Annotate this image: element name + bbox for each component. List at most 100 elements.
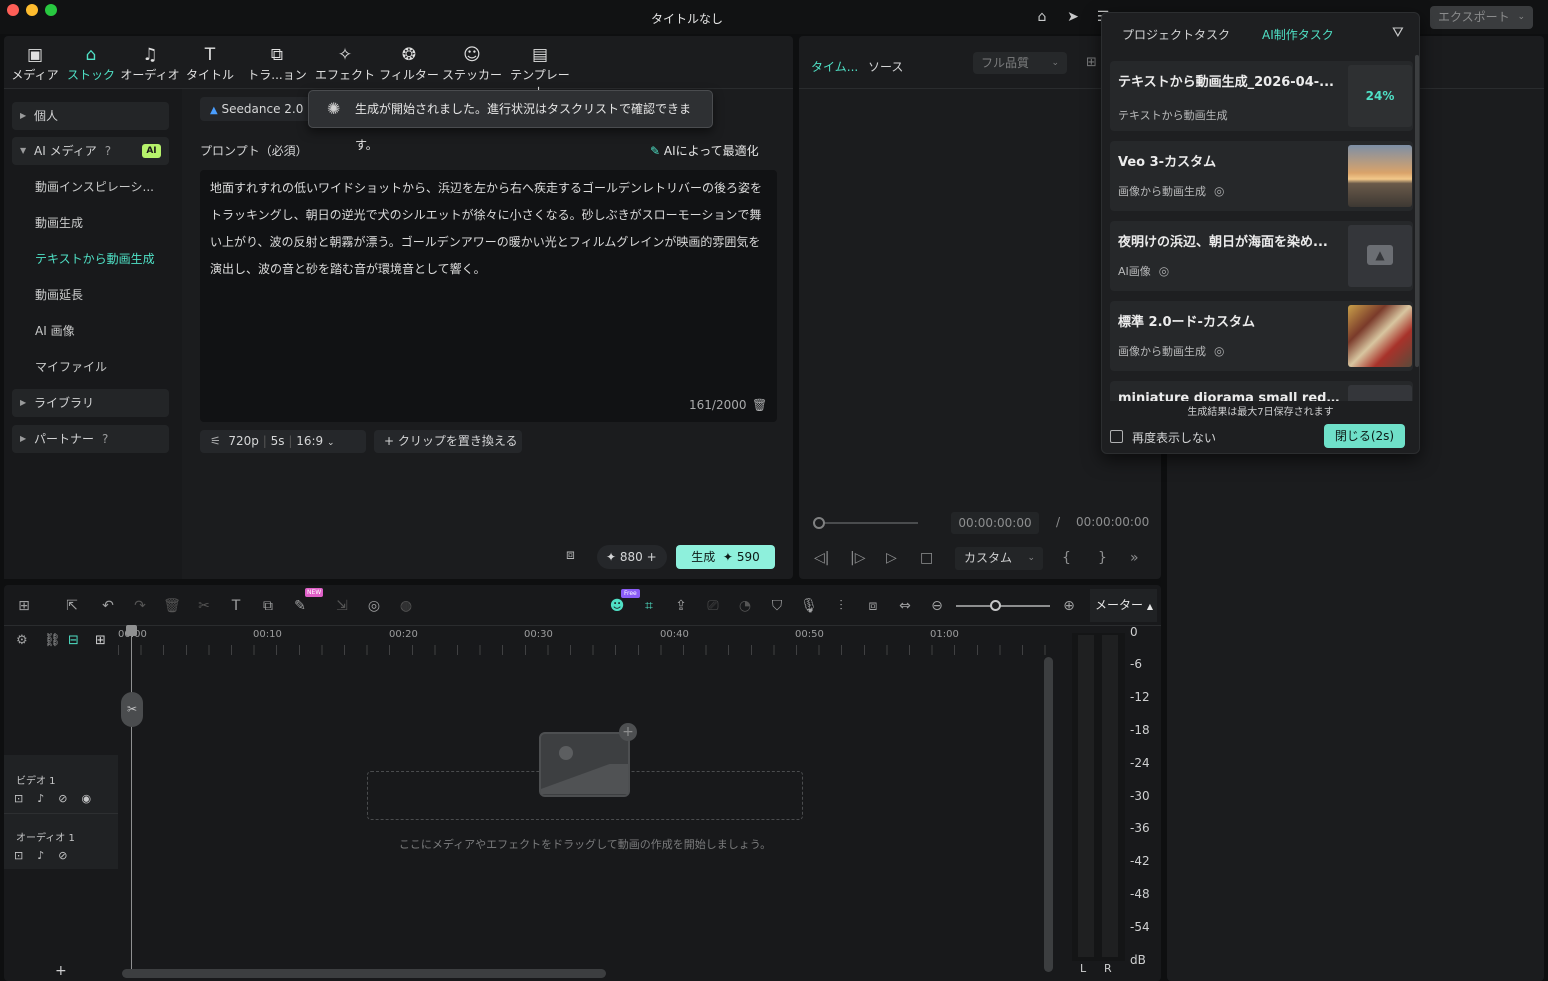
text-effect-icon[interactable]: ⇲ bbox=[333, 597, 351, 615]
tab-project-tasks[interactable]: プロジェクトタスク bbox=[1122, 26, 1230, 43]
sidebar-item-video-extend[interactable]: 動画延長 bbox=[12, 281, 169, 309]
zoom-slider-handle[interactable] bbox=[990, 600, 1001, 611]
generate-button[interactable]: 生成 ✦ 590 bbox=[676, 545, 775, 569]
zoom-out-icon[interactable]: ⊖ bbox=[928, 597, 946, 615]
speaker-icon[interactable]: ♪ bbox=[37, 792, 58, 805]
lock-icon[interactable]: ⊡ bbox=[14, 849, 37, 862]
tab-timeline[interactable]: タイム... bbox=[811, 58, 858, 75]
audio-mixer-icon[interactable]: ⫶ bbox=[832, 597, 850, 615]
scissors-icon[interactable]: ✂ bbox=[121, 692, 143, 727]
send-icon[interactable]: ➤ bbox=[1064, 8, 1082, 26]
add-track-icon[interactable]: + bbox=[55, 963, 67, 979]
export-button[interactable]: エクスポート ⌄ bbox=[1430, 6, 1533, 29]
tab-ai-tasks[interactable]: AI制作タスク bbox=[1262, 26, 1334, 43]
auto-reframe-icon[interactable]: ⌗ bbox=[640, 597, 658, 615]
playhead-top[interactable] bbox=[126, 625, 137, 636]
delete-icon[interactable]: 🗑 bbox=[163, 597, 181, 615]
link-icon[interactable]: ⊟ bbox=[68, 633, 79, 648]
unlink-icon[interactable]: ⛓ bbox=[44, 633, 61, 648]
prompt-textarea[interactable]: 地面すれすれの低いワイドショットから、浜辺を左から右へ疾走するゴールデンレトリバ… bbox=[200, 170, 777, 422]
task-item[interactable]: 標準 2.0ード-カスタム 画像から動画生成 ◎ bbox=[1110, 301, 1413, 371]
filter-icon[interactable]: ⛛ bbox=[1392, 25, 1404, 41]
zoom-select[interactable]: カスタム ⌄ bbox=[955, 547, 1043, 570]
split-icon[interactable]: ✂ bbox=[195, 597, 213, 615]
ai-optimize-button[interactable]: ✎ AIによって最適化 bbox=[650, 142, 759, 159]
next-frame-icon[interactable]: |▷ bbox=[850, 550, 865, 566]
fit-width-icon[interactable]: ⇔ bbox=[896, 597, 914, 615]
crop-icon[interactable]: ⧉ bbox=[259, 597, 277, 615]
text-tool-icon[interactable]: T bbox=[227, 597, 245, 615]
trash-icon[interactable]: 🗑 bbox=[752, 398, 767, 412]
sidebar-item-partner[interactable]: ▶ パートナー? bbox=[12, 425, 169, 453]
tab-transition[interactable]: ⧉ トラ...ョン bbox=[245, 44, 309, 83]
tab-source[interactable]: ソース bbox=[868, 58, 903, 75]
tab-effect[interactable]: ✧ エフェクト bbox=[313, 44, 377, 83]
track-settings-icon[interactable]: ⚙ bbox=[16, 633, 28, 648]
mark-out-icon[interactable]: } bbox=[1098, 550, 1107, 566]
help-icon[interactable]: ? bbox=[102, 432, 108, 446]
model-selector[interactable]: ▲ Seedance 2.0 bbox=[200, 97, 312, 121]
sidebar-item-personal[interactable]: ▶ 個人 bbox=[12, 102, 169, 130]
sidebar-item-video-generation[interactable]: 動画生成 bbox=[12, 209, 169, 237]
export-clip-icon[interactable]: ⇪ bbox=[672, 597, 690, 615]
marker-pen-icon[interactable]: ✎ bbox=[291, 597, 309, 615]
speed-icon[interactable]: ◔ bbox=[736, 597, 754, 615]
prev-frame-icon[interactable]: ◁| bbox=[814, 550, 829, 566]
stop-icon[interactable]: □ bbox=[920, 550, 933, 566]
speaker-icon[interactable]: ♪ bbox=[37, 849, 58, 862]
ai-tool-icon[interactable]: ◎ bbox=[365, 597, 383, 615]
play-icon[interactable]: ▷ bbox=[886, 550, 897, 566]
plus-icon[interactable]: + bbox=[619, 723, 637, 741]
mark-in-icon[interactable]: { bbox=[1062, 550, 1071, 566]
redo-icon[interactable]: ↷ bbox=[131, 597, 149, 615]
replace-icon[interactable]: ⧈ bbox=[864, 597, 882, 615]
replace-clip-button[interactable]: + クリップを置き換える bbox=[374, 430, 522, 453]
layout-grid-icon[interactable]: ⊞ bbox=[15, 597, 33, 615]
tab-title[interactable]: T タイトル bbox=[178, 44, 242, 83]
quality-select[interactable]: フル品質 ⌄ bbox=[973, 52, 1067, 74]
tab-media[interactable]: ▣ メディア bbox=[3, 44, 67, 83]
sidebar-item-video-inspiration[interactable]: 動画インスピレーシ... bbox=[12, 173, 169, 201]
undo-icon[interactable]: ↶ bbox=[99, 597, 117, 615]
settings-target-icon[interactable]: ◎ bbox=[1159, 264, 1169, 278]
zoom-in-icon[interactable]: ⊕ bbox=[1060, 597, 1078, 615]
ai-copilot-icon[interactable]: ☻ bbox=[608, 597, 626, 615]
track-manager-icon[interactable]: ⊞ bbox=[95, 633, 106, 648]
vertical-scrollbar[interactable] bbox=[1044, 657, 1053, 972]
generation-settings[interactable]: ⚟ 720p | 5s | 16:9 ⌄ bbox=[200, 430, 366, 453]
mask-shield-icon[interactable]: ⛉ bbox=[768, 597, 786, 615]
mute-icon[interactable]: ⊘ bbox=[58, 849, 81, 862]
help-icon[interactable]: ? bbox=[105, 144, 111, 158]
task-item[interactable]: 夜明けの浜辺、朝日が海面を染め... AI画像 ◎ ▲ bbox=[1110, 221, 1413, 291]
playback-track[interactable] bbox=[818, 522, 918, 524]
zoom-slider-track[interactable] bbox=[956, 605, 1050, 607]
dont-show-checkbox[interactable] bbox=[1110, 430, 1123, 443]
image-edit-icon[interactable]: ⎚ bbox=[704, 597, 722, 615]
sidebar-item-my-files[interactable]: マイファイル bbox=[12, 353, 169, 381]
task-item[interactable]: Veo 3-カスタム 画像から動画生成 ◎ bbox=[1110, 141, 1413, 211]
more-controls-icon[interactable]: » bbox=[1130, 550, 1139, 566]
tab-sticker[interactable]: ☺ ステッカー bbox=[440, 44, 504, 83]
ai-assist-icon[interactable]: ⧈ bbox=[566, 547, 575, 563]
sidebar-item-ai-image[interactable]: AI 画像 bbox=[12, 317, 169, 345]
mute-icon[interactable]: ⊘ bbox=[58, 792, 81, 805]
tab-stock[interactable]: ⌂ ストック bbox=[59, 44, 123, 83]
meter-toggle[interactable]: メーター ▲ bbox=[1090, 589, 1157, 622]
settings-target-icon[interactable]: ◎ bbox=[1214, 344, 1224, 358]
lock-icon[interactable]: ⊡ bbox=[14, 792, 37, 805]
timeline-playhead[interactable] bbox=[131, 628, 132, 970]
select-tool-icon[interactable]: ⇱ bbox=[63, 597, 81, 615]
playhead-handle[interactable] bbox=[813, 517, 825, 529]
gift-icon[interactable]: ⌂ bbox=[1033, 8, 1051, 26]
tab-filter[interactable]: ❂ フィルター bbox=[377, 44, 441, 83]
sidebar-item-ai-media[interactable]: ▼ AI メディア? AI bbox=[12, 137, 169, 165]
task-item[interactable]: テキストから動画生成_2026-04-... テキストから動画生成 24% bbox=[1110, 61, 1413, 131]
task-item[interactable]: miniature diorama small red bus bbox=[1110, 381, 1413, 402]
credits-display[interactable]: ✦ 880 + bbox=[597, 545, 667, 569]
horizontal-scrollbar[interactable] bbox=[122, 969, 606, 978]
sidebar-item-library[interactable]: ▶ ライブラリ bbox=[12, 389, 169, 417]
microphone-icon[interactable]: 🎙 bbox=[800, 597, 818, 615]
grid-icon[interactable]: ⊞ bbox=[1086, 55, 1097, 70]
tab-audio[interactable]: ♫ オーディオ bbox=[118, 44, 182, 83]
popup-scrollbar[interactable] bbox=[1415, 55, 1419, 367]
